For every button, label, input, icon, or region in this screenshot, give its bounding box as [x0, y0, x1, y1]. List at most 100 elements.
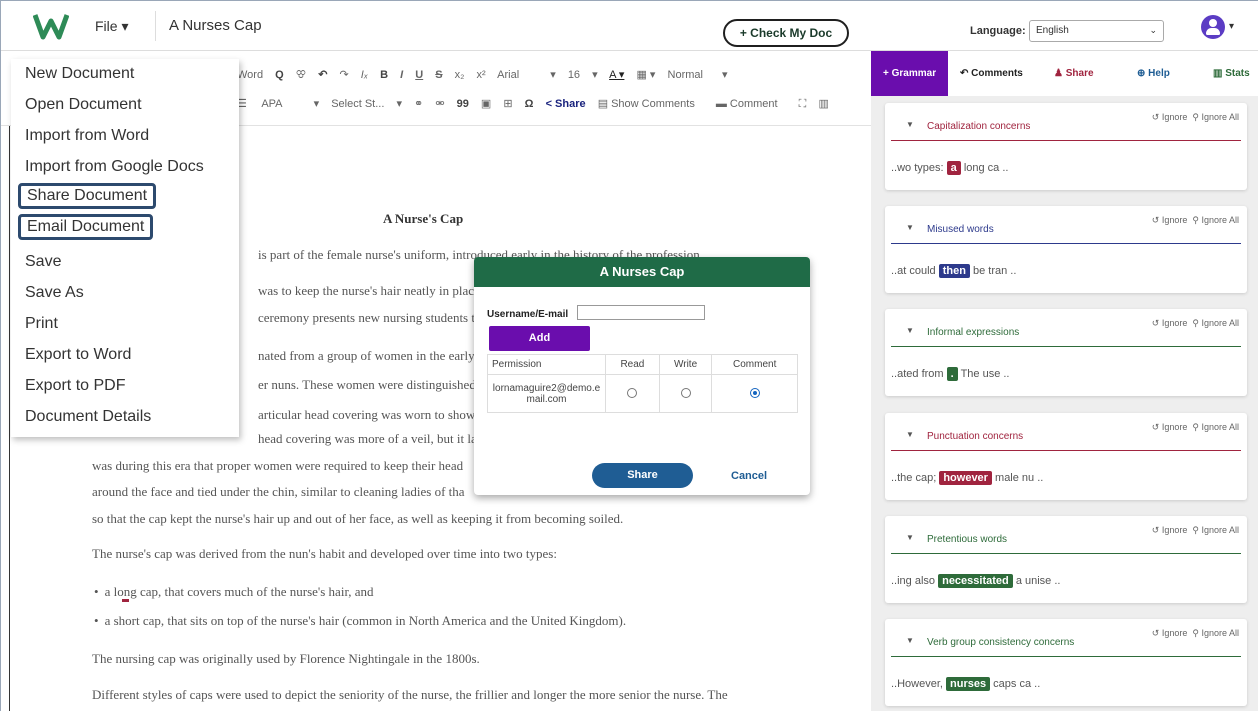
- underline-icon[interactable]: U: [415, 69, 423, 81]
- flagged-word[interactable]: however: [939, 471, 992, 485]
- menu-item-document-details[interactable]: Document Details: [25, 408, 151, 426]
- chevron-down-icon[interactable]: ▾: [314, 98, 320, 110]
- select-style-select[interactable]: Select St...: [331, 98, 384, 110]
- image-icon[interactable]: ▣: [481, 98, 491, 110]
- find-icon[interactable]: Q: [275, 69, 284, 81]
- caret-down-icon[interactable]: ▼: [906, 430, 914, 439]
- suggestion-snippet[interactable]: ..ated from . The use ..: [891, 367, 1009, 381]
- suggestion-card[interactable]: ▼ Punctuation concerns ↺ Ignore ⚲ Ignore A…: [885, 413, 1247, 500]
- username-input[interactable]: [577, 305, 705, 320]
- font-family-select[interactable]: Arial: [497, 69, 519, 81]
- highlight-icon[interactable]: ▦ ▾: [636, 69, 655, 81]
- undo-icon[interactable]: ↶: [318, 69, 327, 81]
- suggestion-snippet[interactable]: ..the cap; however male nu ..: [891, 471, 1043, 485]
- strikethrough-icon[interactable]: S: [435, 69, 442, 81]
- ignore-all-button[interactable]: ⚲ Ignore All: [1192, 112, 1239, 122]
- bold-icon[interactable]: B: [380, 69, 388, 81]
- flagged-word[interactable]: a: [946, 161, 961, 175]
- paragraph-style-select[interactable]: Normal: [668, 69, 703, 81]
- suggestion-card[interactable]: ▼ Informal expressions ↺ Ignore ⚲ Ignore A…: [885, 309, 1247, 396]
- ignore-button[interactable]: ↺ Ignore: [1152, 318, 1188, 328]
- menu-item-print[interactable]: Print: [25, 315, 58, 333]
- menu-item-export-pdf[interactable]: Export to PDF: [25, 377, 125, 395]
- suggestion-snippet[interactable]: ..ing also necessitated a unise ..: [891, 574, 1060, 588]
- special-char-icon[interactable]: Ω: [525, 98, 534, 110]
- menu-item-share-document[interactable]: Share Document: [18, 183, 157, 209]
- caret-down-icon[interactable]: ▼: [906, 223, 914, 232]
- share-button[interactable]: Share: [592, 463, 693, 488]
- flagged-word[interactable]: nurses: [946, 677, 991, 691]
- suggestion-category[interactable]: Misused words: [927, 224, 994, 235]
- caret-down-icon[interactable]: ▼: [906, 533, 914, 542]
- ignore-button[interactable]: ↺ Ignore: [1152, 215, 1188, 225]
- superscript-icon[interactable]: x²: [477, 69, 486, 81]
- menu-item-new-document[interactable]: New Document: [25, 65, 134, 83]
- suggestion-category[interactable]: Informal expressions: [927, 327, 1019, 338]
- menu-item-open-document[interactable]: Open Document: [25, 96, 142, 114]
- replace-icon[interactable]: ꕢ: [296, 69, 306, 81]
- suggestion-card[interactable]: ▼ Verb group consistency concerns ↺ Ignore…: [885, 619, 1247, 706]
- fullscreen-icon[interactable]: ⛶: [799, 98, 807, 110]
- ignore-button[interactable]: ↺ Ignore: [1152, 112, 1188, 122]
- suggestion-card[interactable]: ▼ Capitalization concerns ↺ Ignore ⚲ Ignor…: [885, 103, 1247, 190]
- tab-grammar[interactable]: + Grammar: [871, 51, 949, 96]
- chevron-down-icon[interactable]: ▾: [722, 69, 728, 81]
- chevron-down-icon[interactable]: ▾: [396, 98, 402, 110]
- caret-down-icon[interactable]: ▼: [906, 636, 914, 645]
- caret-down-icon[interactable]: ▼: [906, 120, 914, 129]
- document-title[interactable]: A Nurses Cap: [169, 17, 262, 34]
- suggestion-snippet[interactable]: ..at could then be tran ..: [891, 264, 1016, 278]
- redo-icon[interactable]: ↷: [340, 69, 349, 81]
- show-comments-button[interactable]: ▤ Show Comments: [598, 98, 704, 110]
- check-my-doc-button[interactable]: + Check My Doc: [723, 19, 849, 47]
- comment-radio[interactable]: [749, 388, 760, 399]
- menu-item-import-google-docs[interactable]: Import from Google Docs: [25, 158, 204, 176]
- suggestion-category[interactable]: Punctuation concerns: [927, 431, 1023, 442]
- chevron-down-icon[interactable]: ▾: [592, 69, 598, 81]
- flagged-word[interactable]: necessitated: [938, 574, 1013, 588]
- suggestion-category[interactable]: Capitalization concerns: [927, 121, 1030, 132]
- ignore-all-button[interactable]: ⚲ Ignore All: [1192, 318, 1239, 328]
- subscript-icon[interactable]: x₂: [455, 69, 465, 81]
- suggestion-category[interactable]: Pretentious words: [927, 534, 1007, 545]
- ignore-all-button[interactable]: ⚲ Ignore All: [1192, 525, 1239, 535]
- toolbar-item[interactable]: Word: [237, 69, 263, 81]
- caret-down-icon[interactable]: ▼: [906, 326, 914, 335]
- tab-comments[interactable]: ↶ Comments: [960, 51, 1023, 96]
- share-toolbar-button[interactable]: < Share: [546, 98, 586, 110]
- add-button[interactable]: Add: [489, 326, 590, 351]
- citation-style-select[interactable]: APA: [261, 98, 282, 110]
- app-logo-icon[interactable]: [33, 11, 69, 41]
- ignore-button[interactable]: ↺ Ignore: [1152, 422, 1188, 432]
- flagged-word[interactable]: .: [946, 367, 958, 381]
- suggestion-snippet[interactable]: ..However, nurses caps ca ..: [891, 677, 1040, 691]
- comment-button[interactable]: ▬ Comment: [716, 98, 787, 110]
- menu-item-import-word[interactable]: Import from Word: [25, 127, 149, 145]
- tab-share[interactable]: ♟ Share: [1054, 51, 1094, 96]
- menu-item-save[interactable]: Save: [25, 253, 61, 271]
- ignore-all-button[interactable]: ⚲ Ignore All: [1192, 628, 1239, 638]
- chevron-down-icon[interactable]: ▾: [1229, 21, 1234, 32]
- suggestion-snippet[interactable]: ..wo types: a long ca ..: [891, 161, 1008, 175]
- tab-stats[interactable]: ▥ Stats: [1213, 51, 1250, 96]
- print-preview-icon[interactable]: ▥: [818, 98, 828, 110]
- table-icon[interactable]: ⊞: [503, 98, 512, 110]
- user-avatar[interactable]: [1201, 15, 1225, 39]
- suggestion-card[interactable]: ▼ Pretentious words ↺ Ignore ⚲ Ignore All.…: [885, 516, 1247, 603]
- menu-item-save-as[interactable]: Save As: [25, 284, 84, 302]
- unlink-icon[interactable]: ⚮: [435, 98, 444, 110]
- read-radio[interactable]: [627, 388, 638, 399]
- flagged-word[interactable]: then: [938, 264, 970, 278]
- tab-help[interactable]: ⊕ Help: [1137, 51, 1170, 96]
- menu-item-export-word[interactable]: Export to Word: [25, 346, 131, 364]
- clear-format-icon[interactable]: Iₓ: [361, 69, 368, 81]
- ignore-all-button[interactable]: ⚲ Ignore All: [1192, 422, 1239, 432]
- ignore-all-button[interactable]: ⚲ Ignore All: [1192, 215, 1239, 225]
- cancel-button[interactable]: Cancel: [731, 470, 767, 482]
- italic-icon[interactable]: I: [400, 69, 403, 81]
- quote-icon[interactable]: 99: [457, 98, 469, 110]
- file-menu-button[interactable]: File ▾: [95, 18, 128, 35]
- suggestion-category[interactable]: Verb group consistency concerns: [927, 637, 1074, 648]
- ignore-button[interactable]: ↺ Ignore: [1152, 628, 1188, 638]
- write-radio[interactable]: [680, 388, 691, 399]
